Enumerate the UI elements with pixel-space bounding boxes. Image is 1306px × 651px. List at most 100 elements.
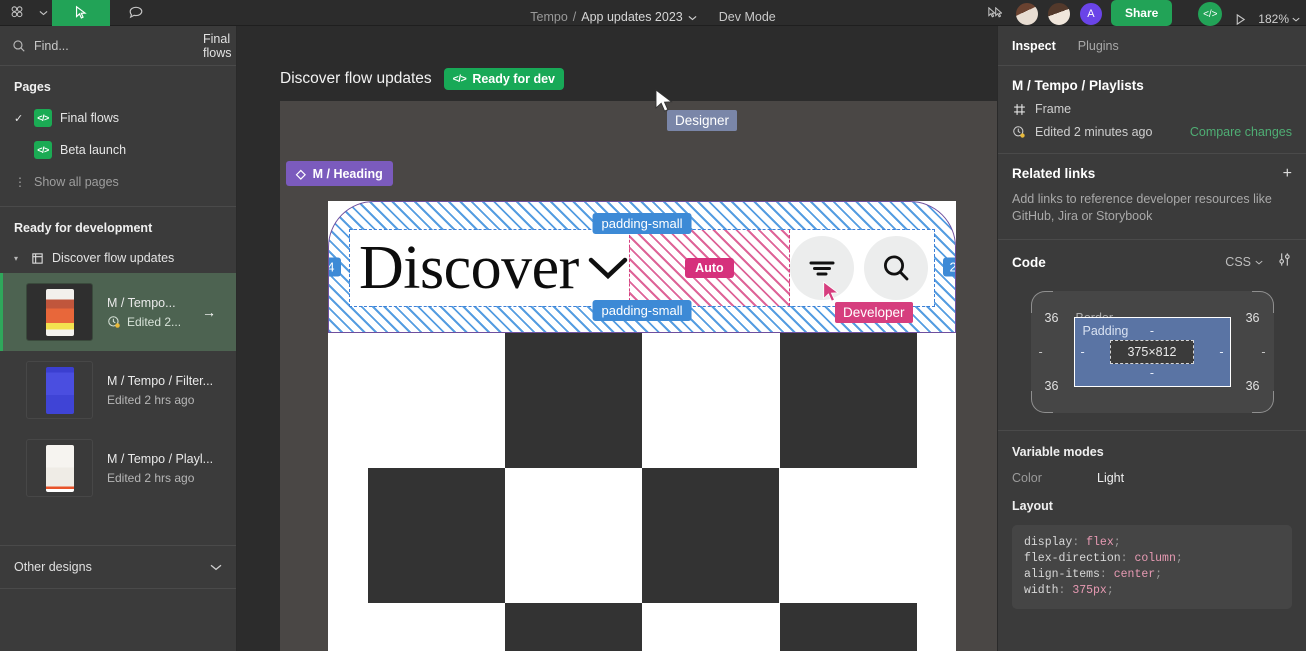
css-property: flex-direction (1024, 552, 1121, 565)
zoom-level-control[interactable]: 182% (1258, 12, 1300, 26)
frame-header-autolayout[interactable]: Discover Auto padding-small padding-smal… (328, 201, 956, 333)
css-property: display (1024, 536, 1073, 549)
box-model-padding-label: Padding (1082, 324, 1129, 338)
node-type-row: Frame (1012, 102, 1292, 116)
css-value: 375px (1072, 584, 1107, 597)
sidebar-bottom-pad (0, 589, 236, 651)
other-designs-section[interactable]: Other designs (0, 545, 236, 589)
code-section: Code CSS Border (998, 240, 1306, 431)
component-label-text: M / Heading (312, 166, 383, 181)
clock-history-icon (1012, 125, 1026, 139)
thumbnail (26, 361, 93, 419)
zoom-level-value: 182% (1258, 12, 1289, 26)
node-edited-time: Edited 2 minutes ago (1035, 125, 1153, 139)
auto-spacing-label: Auto (685, 258, 734, 278)
phone-frame[interactable]: Discover Auto padding-small padding-smal… (328, 201, 956, 651)
list-item[interactable]: M / Tempo / Playl... Edited 2 hrs ago (0, 429, 236, 507)
css-declaration: display: flex; (1024, 536, 1121, 549)
padding-bottom-label: padding-small (592, 300, 692, 321)
search-input[interactable] (34, 38, 195, 53)
avatar[interactable]: A (1078, 2, 1103, 26)
compare-changes-link[interactable]: Compare changes (1190, 125, 1292, 139)
sidebar-page-beta-launch[interactable]: </> Beta launch (0, 134, 236, 166)
search-icon[interactable] (864, 236, 928, 300)
css-property: align-items (1024, 568, 1100, 581)
flow-group-discover-flow-updates[interactable]: ▾ Discover flow updates (0, 243, 236, 273)
grid-cell (780, 603, 917, 651)
tab-inspect[interactable]: Inspect (1012, 39, 1056, 53)
box-model-border: Border 36 36 36 36 - - - - Padding - - -… (1030, 291, 1274, 413)
tab-plugins[interactable]: Plugins (1078, 39, 1119, 53)
clock-history-icon (107, 315, 121, 329)
related-links-title: Related links (1012, 166, 1096, 181)
list-item[interactable]: M / Tempo / Filter... Edited 2 hrs ago (0, 351, 236, 429)
header-title: Discover (359, 234, 579, 302)
plus-icon[interactable]: + (1283, 165, 1292, 181)
arrow-right-icon[interactable]: → (202, 304, 222, 320)
padding-top-value: - (1149, 324, 1155, 338)
code-page-icon: </> (34, 109, 52, 127)
thumbnail (26, 439, 93, 497)
layout-section: Layout display: flex; flex-direction: co… (998, 485, 1306, 609)
padding-right-value: - (1219, 345, 1224, 359)
board-title: Discover flow updates (280, 70, 432, 87)
css-declaration: align-items: center; (1024, 568, 1163, 581)
grid-cell (780, 333, 917, 468)
other-designs-label: Other designs (14, 560, 92, 574)
filter-icon[interactable] (790, 236, 854, 300)
box-model-content-size: 375×812 (1110, 340, 1194, 364)
multiplayer-cursors-icon[interactable] (981, 0, 1007, 26)
padding-left-value: - (1080, 345, 1085, 359)
avatar[interactable] (1046, 2, 1071, 26)
grid-cell (642, 468, 779, 603)
code-icon: </> (452, 73, 467, 85)
page-check-icon: ✓ (14, 112, 24, 125)
sliders-icon[interactable] (1277, 252, 1292, 272)
avatar[interactable] (1014, 2, 1039, 26)
status-badge-label: Ready for dev (472, 72, 555, 86)
css-declaration: flex-direction: column; (1024, 552, 1183, 565)
component-diamond-icon: ◇ (296, 167, 306, 181)
padding-bottom-value: - (1149, 366, 1155, 380)
show-all-pages-button[interactable]: ⋮ Show all pages (0, 166, 236, 198)
share-button[interactable]: Share (1110, 0, 1173, 26)
grid-cell (505, 603, 642, 651)
code-language-dropdown[interactable]: CSS (1225, 255, 1263, 269)
file-chevron-down-icon[interactable] (688, 8, 697, 26)
more-dots-icon: ⋮ (14, 175, 27, 189)
header-chevron-down-icon[interactable] (587, 255, 629, 281)
play-icon[interactable] (1230, 13, 1250, 26)
css-declaration: width: 375px; (1024, 584, 1114, 597)
chevron-down-icon[interactable] (210, 560, 222, 574)
border-radius-bottom-right: 36 (1245, 379, 1260, 393)
figma-logo-icon[interactable] (0, 0, 34, 26)
code-page-icon: </> (34, 141, 52, 159)
related-links-section: Related links + Add links to reference d… (998, 154, 1306, 240)
disclosure-triangle-icon[interactable]: ▾ (14, 254, 22, 263)
design-board[interactable]: ◇ M / Heading Discover Auto padding-smal… (280, 101, 997, 651)
find-row: Final flows (0, 26, 246, 66)
file-name: App updates 2023 (581, 10, 683, 24)
variable-mode-row[interactable]: Color Light (1012, 471, 1292, 485)
dev-mode-badge-icon[interactable]: </> (1198, 2, 1223, 26)
code-title: Code (1012, 254, 1046, 270)
list-item[interactable]: M / Tempo... Edited 2... → (0, 273, 236, 351)
sidebar-page-final-flows[interactable]: ✓ </> Final flows (0, 102, 236, 134)
inspect-panel: Inspect Plugins M / Tempo / Playlists Fr… (997, 26, 1306, 651)
list-item-title: M / Tempo / Playl... (107, 451, 214, 466)
ready-for-development-header: Ready for development (14, 221, 153, 235)
checkerboard-grid (328, 333, 956, 651)
toolbar-chevron-down-icon[interactable] (34, 0, 52, 26)
layout-code-block[interactable]: display: flex; flex-direction: column; a… (1012, 525, 1292, 609)
comment-icon[interactable] (110, 0, 162, 26)
status-badge[interactable]: </> Ready for dev (443, 68, 564, 90)
box-model-padding: Padding - - - - 375×812 (1073, 317, 1231, 387)
grid-cell (368, 468, 505, 603)
component-label-heading[interactable]: ◇ M / Heading (286, 161, 393, 186)
canvas-area[interactable]: Discover flow updates </> Ready for dev … (237, 26, 997, 651)
figma-dev-mode-window: Tempo / App updates 2023 Dev Mode A Shar… (0, 0, 1306, 651)
cursor-tool-icon[interactable] (52, 0, 110, 26)
left-sidebar: Final flows Pages ✓ </> Final flows </> … (0, 26, 246, 651)
border-radius-bottom-left: 36 (1044, 379, 1059, 393)
